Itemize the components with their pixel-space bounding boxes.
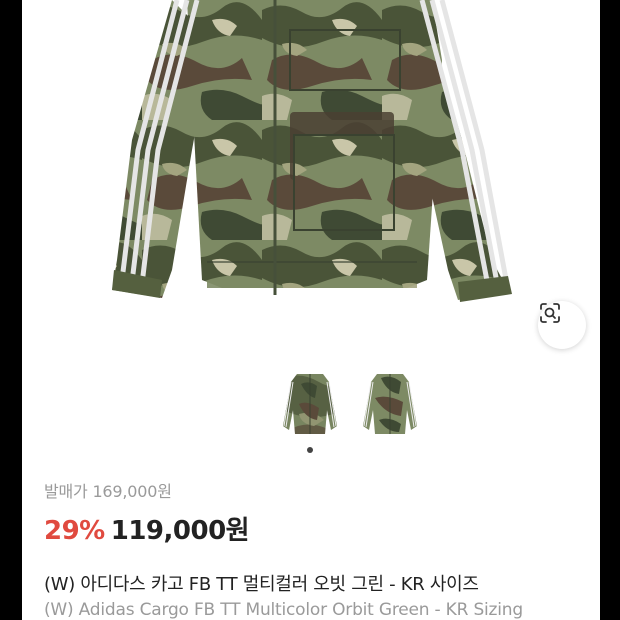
thumbnail-strip xyxy=(22,366,600,456)
product-hero-image[interactable] xyxy=(22,0,600,370)
lens-search-icon xyxy=(540,303,560,323)
product-page: 발매가 169,000원 29% 119,000원 (W) 아디다스 카고 FB… xyxy=(22,0,600,620)
thumbnail-1[interactable] xyxy=(279,370,341,440)
original-price-label: 발매가 169,000원 xyxy=(44,482,172,501)
price-row: 29% 119,000원 xyxy=(44,510,250,547)
jacket-illustration xyxy=(112,0,512,302)
product-title-english: (W) Adidas Cargo FB TT Multicolor Orbit … xyxy=(44,600,523,620)
product-title-korean: (W) 아디다스 카고 FB TT 멀티컬러 오빗 그린 - KR 사이즈 xyxy=(44,574,479,595)
thumbnail-2[interactable] xyxy=(359,370,421,440)
discount-rate: 29% xyxy=(44,516,105,546)
thumbnail-jacket-image xyxy=(363,374,417,434)
lens-search-button[interactable] xyxy=(538,301,586,349)
sale-price: 119,000원 xyxy=(110,516,250,546)
carousel-indicator-dot xyxy=(307,447,313,453)
thumbnail-jacket-image xyxy=(283,374,337,434)
